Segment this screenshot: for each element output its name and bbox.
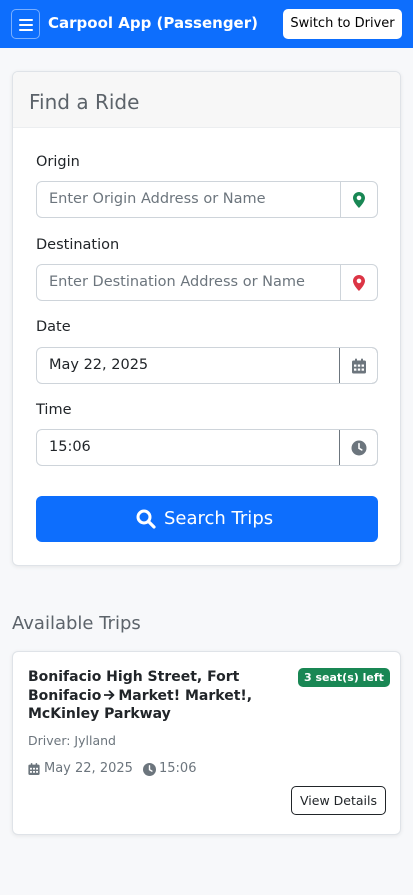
trip-driver: Driver: Jylland xyxy=(28,733,116,748)
date-input[interactable]: May 22, 2025 xyxy=(36,347,378,384)
destination-label: Destination xyxy=(36,237,120,253)
origin-label: Origin xyxy=(36,154,80,170)
switch-to-driver-button[interactable]: Switch to Driver xyxy=(283,9,402,39)
date-value: May 22, 2025 xyxy=(49,357,149,373)
card-title: Find a Ride xyxy=(29,90,140,114)
time-label: Time xyxy=(36,402,72,418)
clock-icon xyxy=(143,763,156,776)
view-details-button[interactable]: View Details xyxy=(291,786,386,815)
destination-input[interactable]: Enter Destination Address or Name xyxy=(36,264,378,301)
card-header: Find a Ride xyxy=(13,72,400,128)
top-navbar: Carpool App (Passenger) Switch to Driver xyxy=(0,0,413,48)
menu-icon-line xyxy=(19,24,33,26)
menu-icon-line xyxy=(19,29,33,31)
seats-left-badge: 3 seat(s) left xyxy=(298,668,390,687)
available-trips-heading: Available Trips xyxy=(12,613,141,634)
trip-route: Bonifacio High Street, Fort Bonifacio Mar… xyxy=(28,668,283,724)
date-label: Date xyxy=(36,319,71,335)
search-trips-label: Search Trips xyxy=(164,508,274,529)
clock-icon xyxy=(351,440,366,455)
origin-input[interactable]: Enter Origin Address or Name xyxy=(36,181,378,218)
menu-icon xyxy=(19,19,33,21)
search-icon xyxy=(136,509,156,529)
arrow-right-icon xyxy=(103,687,115,706)
calendar-icon xyxy=(351,358,366,373)
origin-locate-button[interactable] xyxy=(340,182,377,217)
map-marker-icon xyxy=(353,191,365,208)
map-marker-icon xyxy=(353,274,365,291)
time-value: 15:06 xyxy=(49,439,91,455)
hamburger-menu-button[interactable] xyxy=(11,9,40,39)
trip-card: Bonifacio High Street, Fort Bonifacio Mar… xyxy=(12,651,401,835)
trip-time-value: 15:06 xyxy=(159,761,197,776)
trip-date-value: May 22, 2025 xyxy=(44,761,133,776)
time-picker-button[interactable] xyxy=(339,430,377,465)
date-picker-button[interactable] xyxy=(339,348,377,383)
calendar-icon xyxy=(28,763,40,775)
origin-placeholder: Enter Origin Address or Name xyxy=(49,191,266,207)
search-trips-button[interactable]: Search Trips xyxy=(36,496,378,542)
destination-locate-button[interactable] xyxy=(340,265,377,300)
app-title: Carpool App (Passenger) xyxy=(48,14,258,32)
find-ride-card: Find a Ride Origin Enter Origin Address … xyxy=(12,71,401,566)
destination-placeholder: Enter Destination Address or Name xyxy=(49,274,305,290)
time-input[interactable]: 15:06 xyxy=(36,429,378,466)
